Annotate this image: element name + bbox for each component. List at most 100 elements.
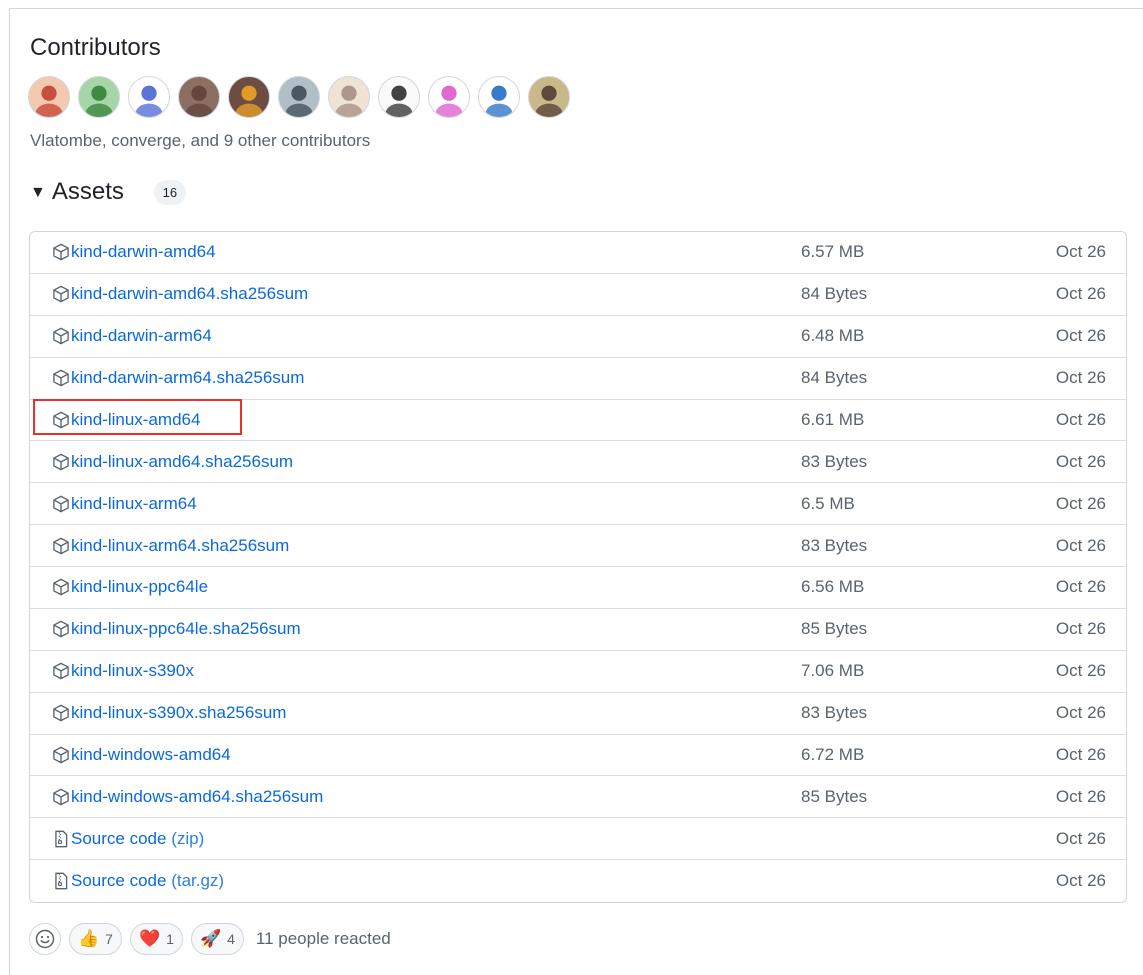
asset-download-link[interactable]: kind-linux-ppc64le <box>71 577 208 597</box>
asset-date: Oct 26 <box>1055 535 1106 555</box>
asset-download-link[interactable]: kind-darwin-amd64 <box>71 242 216 262</box>
asset-row: kind-windows-amd64 6.72 MB Oct 26 <box>30 735 1126 777</box>
package-icon <box>53 620 69 638</box>
asset-format: (zip) <box>171 828 205 848</box>
asset-name: kind-linux-arm64 <box>71 493 197 513</box>
contributor-avatar[interactable] <box>128 76 170 118</box>
asset-download-link[interactable]: kind-linux-amd64.sha256sum <box>71 452 293 472</box>
asset-row: kind-windows-amd64.sha256sum 85 Bytes Oc… <box>30 776 1126 819</box>
smiley-icon <box>35 929 55 949</box>
asset-size: 85 Bytes <box>801 619 868 639</box>
asset-download-link[interactable]: Source code (zip) <box>71 829 204 849</box>
asset-download-link[interactable]: kind-darwin-arm64 <box>71 326 212 346</box>
reaction-count: 7 <box>105 931 113 947</box>
asset-date: Oct 26 <box>1055 368 1106 388</box>
contributor-avatar[interactable] <box>528 76 570 118</box>
package-icon <box>53 537 69 554</box>
asset-size: 6.57 MB <box>801 242 865 262</box>
package-icon <box>53 579 69 596</box>
contributor-avatar[interactable] <box>378 76 420 118</box>
contributor-avatar[interactable] <box>328 76 370 118</box>
asset-date: Oct 26 <box>1055 409 1106 429</box>
package-icon <box>53 244 69 261</box>
caret-down-icon: ▼ <box>30 184 46 201</box>
asset-size: 6.56 MB <box>801 577 865 597</box>
package-icon <box>53 495 69 513</box>
asset-download-link[interactable]: kind-windows-amd64.sha256sum <box>71 787 323 807</box>
asset-row: kind-darwin-arm64 6.48 MB Oct 26 <box>30 316 1126 358</box>
asset-name: kind-linux-amd64 <box>71 409 201 429</box>
contributor-avatar[interactable] <box>278 76 320 118</box>
heart-icon: ❤️ <box>138 929 161 948</box>
asset-row: kind-linux-s390x.sha256sum 83 Bytes Oct … <box>30 693 1126 735</box>
asset-row: kind-linux-ppc64le 6.56 MB Oct 26 <box>30 567 1126 609</box>
asset-date: Oct 26 <box>1055 326 1106 346</box>
asset-size: 85 Bytes <box>801 786 868 806</box>
package-icon <box>53 788 69 806</box>
asset-row: kind-linux-amd64.sha256sum 83 Bytes Oct … <box>30 441 1126 484</box>
reaction-button[interactable]: 🚀 4 <box>190 923 244 955</box>
package-icon <box>53 327 69 345</box>
asset-date: Oct 26 <box>1055 828 1106 848</box>
asset-size: 84 Bytes <box>801 284 868 304</box>
asset-row: kind-darwin-arm64.sha256sum 84 Bytes Oct… <box>30 358 1126 400</box>
asset-size: 83 Bytes <box>801 703 868 723</box>
contributors-avatars <box>28 76 570 118</box>
package-icon <box>53 411 69 429</box>
asset-date: Oct 26 <box>1055 577 1106 597</box>
asset-name: Source code <box>71 828 167 848</box>
avatar-image <box>185 85 213 117</box>
avatar-image <box>385 85 413 117</box>
asset-download-link[interactable]: kind-windows-amd64 <box>71 745 231 765</box>
asset-date: Oct 26 <box>1055 744 1106 764</box>
contributor-avatar[interactable] <box>78 76 120 118</box>
asset-date: Oct 26 <box>1055 661 1106 681</box>
contributor-avatar[interactable] <box>178 76 220 118</box>
assets-count-badge: 16 <box>153 179 186 205</box>
asset-row: kind-darwin-amd64.sha256sum 84 Bytes Oct… <box>30 274 1126 316</box>
contributors-heading: Contributors <box>30 34 161 61</box>
asset-row: kind-linux-arm64 6.5 MB Oct 26 <box>30 483 1126 526</box>
contributor-avatar[interactable] <box>28 76 70 118</box>
asset-date: Oct 26 <box>1055 619 1106 639</box>
asset-download-link[interactable]: kind-linux-amd64 <box>71 410 200 430</box>
avatar-image <box>235 85 263 117</box>
avatar-image <box>35 85 63 117</box>
asset-size: 6.61 MB <box>801 409 865 429</box>
asset-size: 6.5 MB <box>801 493 855 513</box>
contributor-avatar[interactable] <box>478 76 520 118</box>
asset-download-link[interactable]: kind-linux-ppc64le.sha256sum <box>71 619 301 639</box>
package-icon <box>53 662 69 680</box>
asset-name: kind-darwin-amd64.sha256sum <box>71 284 309 304</box>
package-icon <box>53 369 69 387</box>
asset-name: kind-windows-amd64.sha256sum <box>71 786 324 806</box>
package-icon <box>53 285 69 303</box>
asset-download-link[interactable]: Source code (tar.gz) <box>71 871 224 891</box>
assets-toggle[interactable]: ▼ Assets 16 <box>30 178 186 206</box>
asset-date: Oct 26 <box>1055 451 1106 471</box>
asset-name: kind-linux-amd64.sha256sum <box>71 451 294 471</box>
asset-name: kind-linux-s390x.sha256sum <box>71 703 287 723</box>
package-icon <box>53 746 69 764</box>
asset-download-link[interactable]: kind-darwin-arm64.sha256sum <box>71 368 304 388</box>
asset-download-link[interactable]: kind-linux-s390x <box>71 661 194 681</box>
asset-row: Source code (tar.gz) Oct 26 <box>30 860 1126 902</box>
asset-row: kind-linux-s390x 7.06 MB Oct 26 <box>30 651 1126 693</box>
add-reaction-button[interactable] <box>29 923 61 955</box>
asset-download-link[interactable]: kind-darwin-amd64.sha256sum <box>71 284 308 304</box>
avatar-image <box>135 85 163 117</box>
asset-download-link[interactable]: kind-linux-arm64 <box>71 494 197 514</box>
asset-date: Oct 26 <box>1055 703 1106 723</box>
reaction-button[interactable]: ❤️ 1 <box>129 923 183 955</box>
reaction-button[interactable]: 👍 7 <box>69 923 122 955</box>
asset-download-link[interactable]: kind-linux-s390x.sha256sum <box>71 703 286 723</box>
asset-size: 83 Bytes <box>801 451 868 471</box>
contributor-avatar[interactable] <box>428 76 470 118</box>
contributor-avatar[interactable] <box>228 76 270 118</box>
asset-name: kind-windows-amd64 <box>71 744 231 764</box>
avatar-image <box>335 85 363 117</box>
asset-download-link[interactable]: kind-linux-arm64.sha256sum <box>71 536 289 556</box>
asset-size: 84 Bytes <box>801 368 868 388</box>
asset-size: 7.06 MB <box>801 661 865 681</box>
asset-date: Oct 26 <box>1055 786 1106 806</box>
